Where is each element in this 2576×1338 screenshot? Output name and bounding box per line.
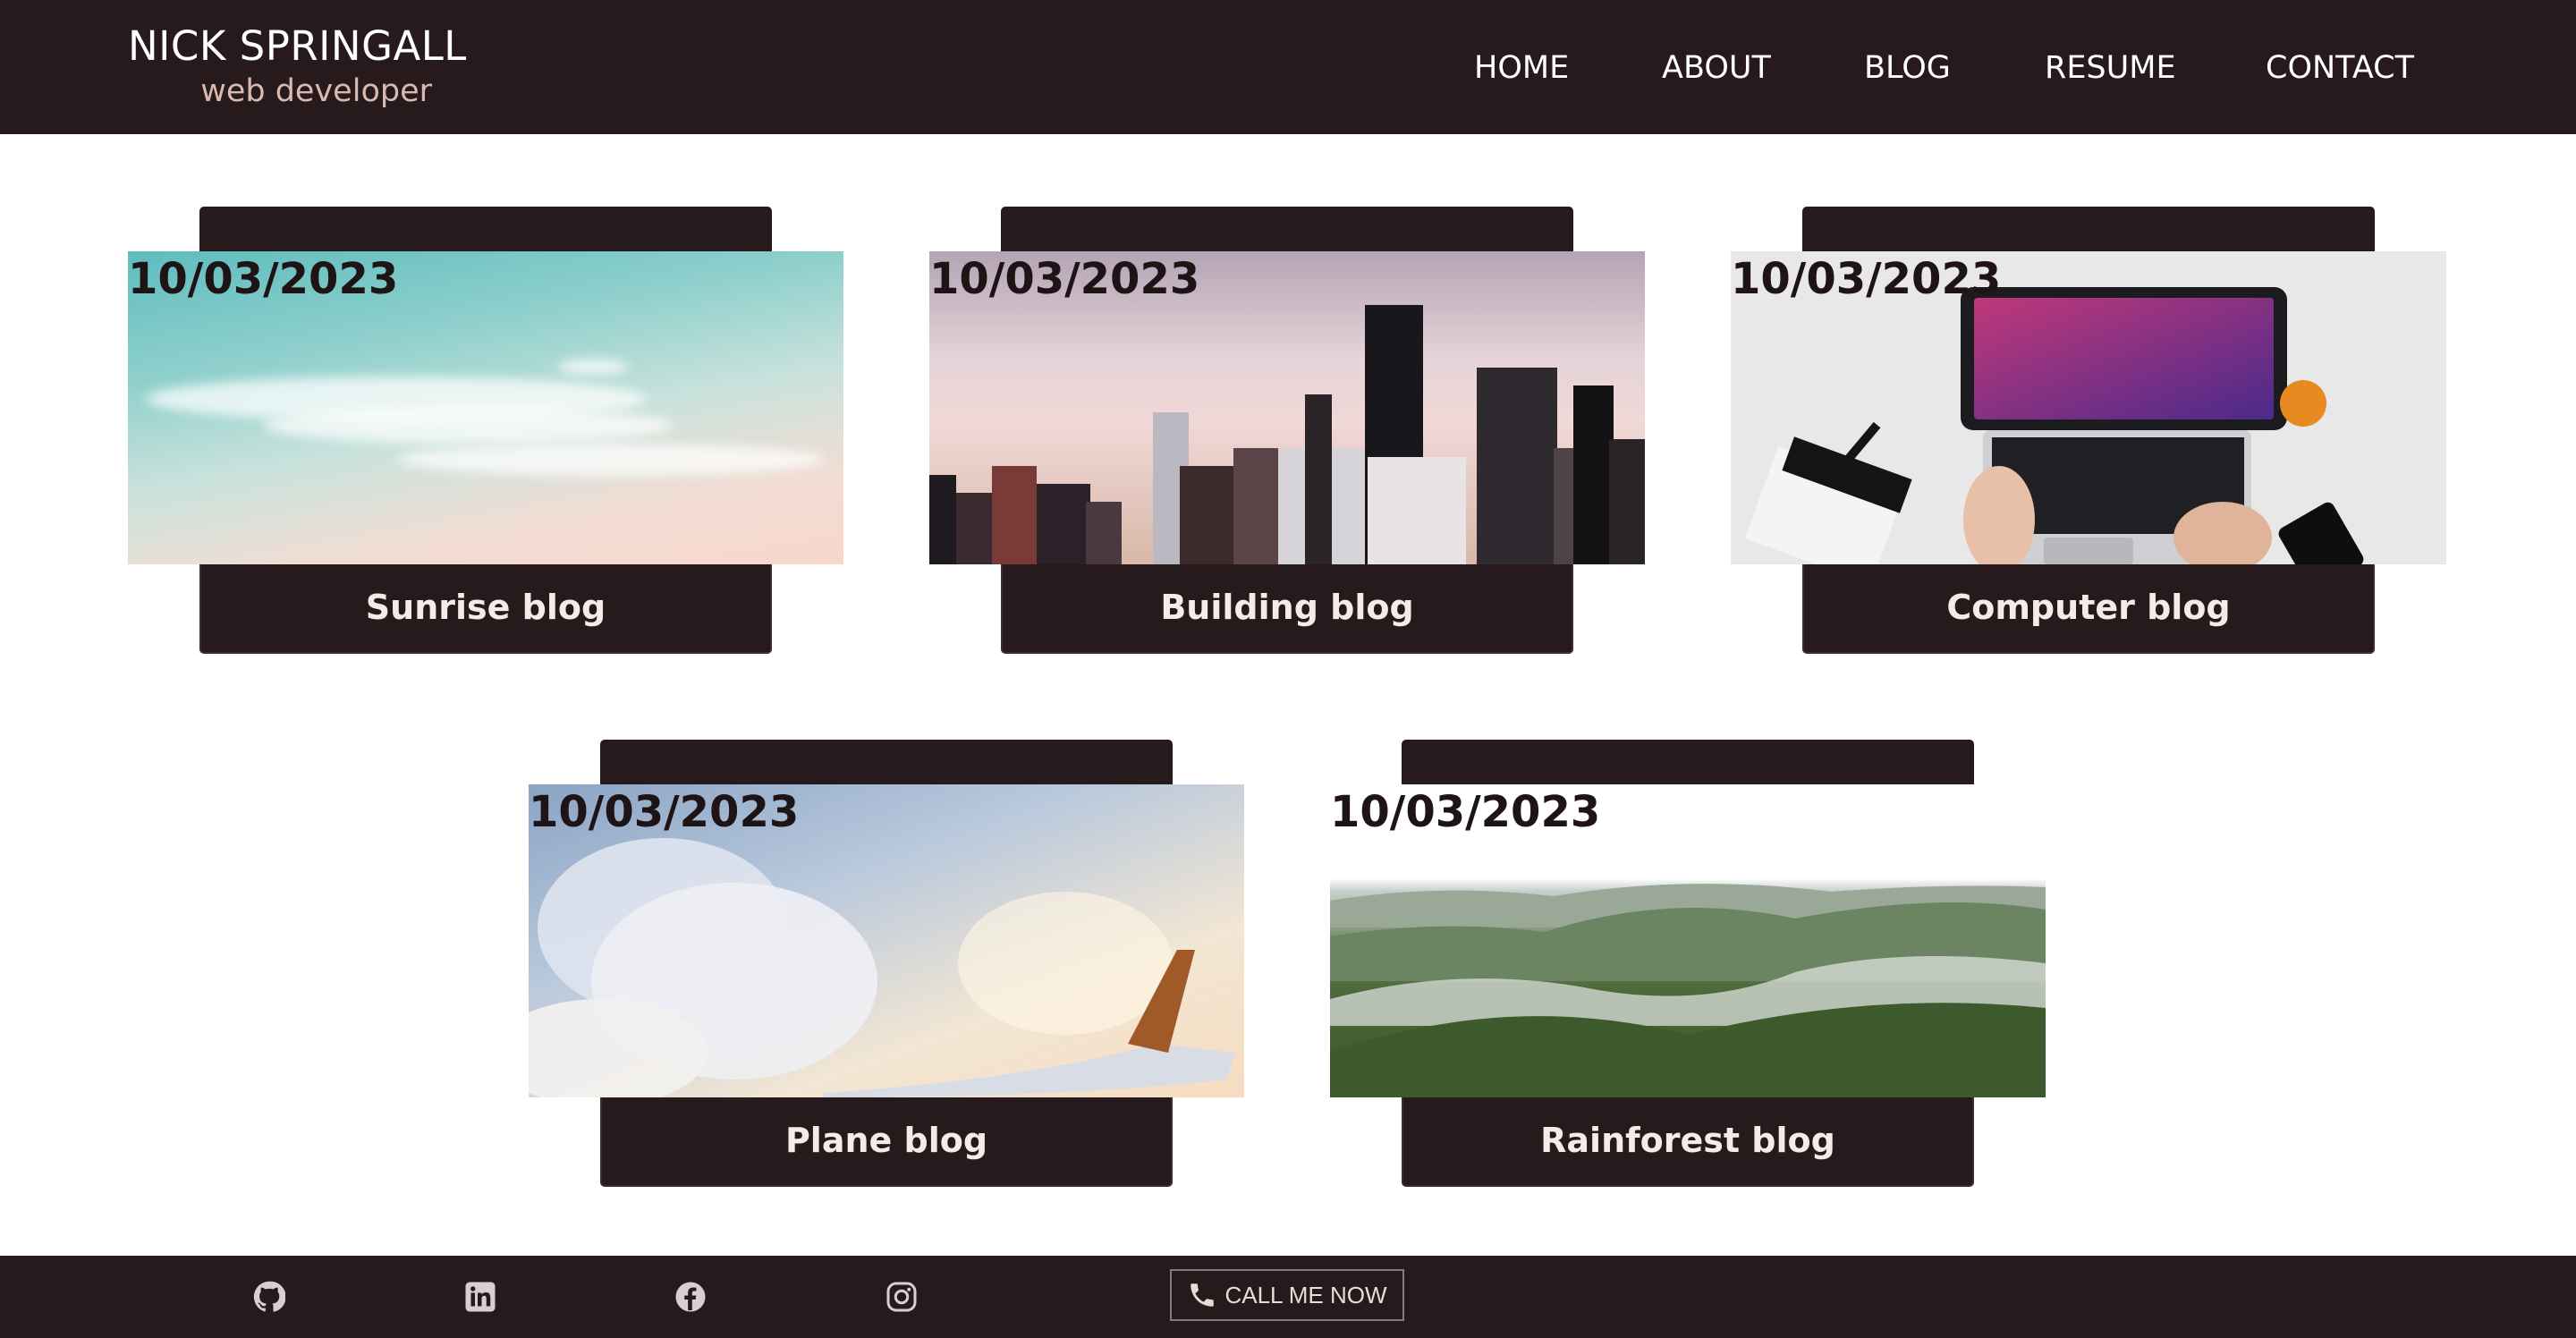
github-icon[interactable] [253,1281,285,1313]
card-tab [1001,207,1573,253]
nav-home[interactable]: HOME [1474,47,1569,89]
nav-about[interactable]: ABOUT [1662,47,1771,89]
card-tab [1802,207,2375,253]
page: NICK SPRINGALL web developer HOME ABOUT … [0,0,2576,1338]
card-date: 10/03/2023 [529,787,800,837]
call-me-now-button[interactable]: CALL ME NOW [1170,1269,1404,1321]
facebook-icon[interactable] [674,1281,707,1313]
card-title[interactable]: Sunrise blog [201,588,770,627]
card-footer: Plane blog [600,1097,1173,1187]
blog-card-plane[interactable]: 10/03/2023 Plane blog [529,740,1244,1187]
blog-card-rainforest[interactable]: 10/03/2023 Rainforest blog [1330,740,2046,1187]
brand[interactable]: NICK SPRINGALL web developer [128,21,467,111]
card-title[interactable]: Computer blog [1804,588,2373,627]
card-footer: Building blog [1001,564,1573,654]
nav-contact[interactable]: CONTACT [2266,47,2414,89]
site-header: NICK SPRINGALL web developer HOME ABOUT … [0,0,2576,134]
phone-icon [1191,1283,1215,1307]
card-title[interactable]: Plane blog [602,1121,1171,1160]
card-tab [199,207,772,253]
card-tab [1402,740,1974,786]
nav-resume[interactable]: RESUME [2045,47,2176,89]
card-title[interactable]: Rainforest blog [1403,1121,1972,1160]
card-footer: Computer blog [1802,564,2375,654]
nav-blog[interactable]: BLOG [1864,47,1951,89]
call-button-label: CALL ME NOW [1224,1281,1387,1308]
brand-name: NICK SPRINGALL [128,22,467,70]
blog-card-sunrise[interactable]: 10/03/2023 Sunrise blog [128,207,843,654]
card-title[interactable]: Building blog [1003,588,1572,627]
brand-tagline: web developer [200,73,432,109]
site-footer: CALL ME NOW [0,1256,2576,1338]
card-date: 10/03/2023 [128,254,399,304]
blog-card-building[interactable]: 10/03/2023 Building blog [929,207,1645,654]
linkedin-icon[interactable] [464,1281,496,1313]
card-tab [600,740,1173,786]
card-footer: Sunrise blog [199,564,772,654]
card-date: 10/03/2023 [929,254,1200,304]
card-footer: Rainforest blog [1402,1097,1974,1187]
instagram-icon[interactable] [886,1281,918,1313]
card-date: 10/03/2023 [1330,787,1601,837]
blog-card-computer[interactable]: 10/03/2023 Computer blog [1731,207,2446,654]
card-date: 10/03/2023 [1731,254,2002,304]
